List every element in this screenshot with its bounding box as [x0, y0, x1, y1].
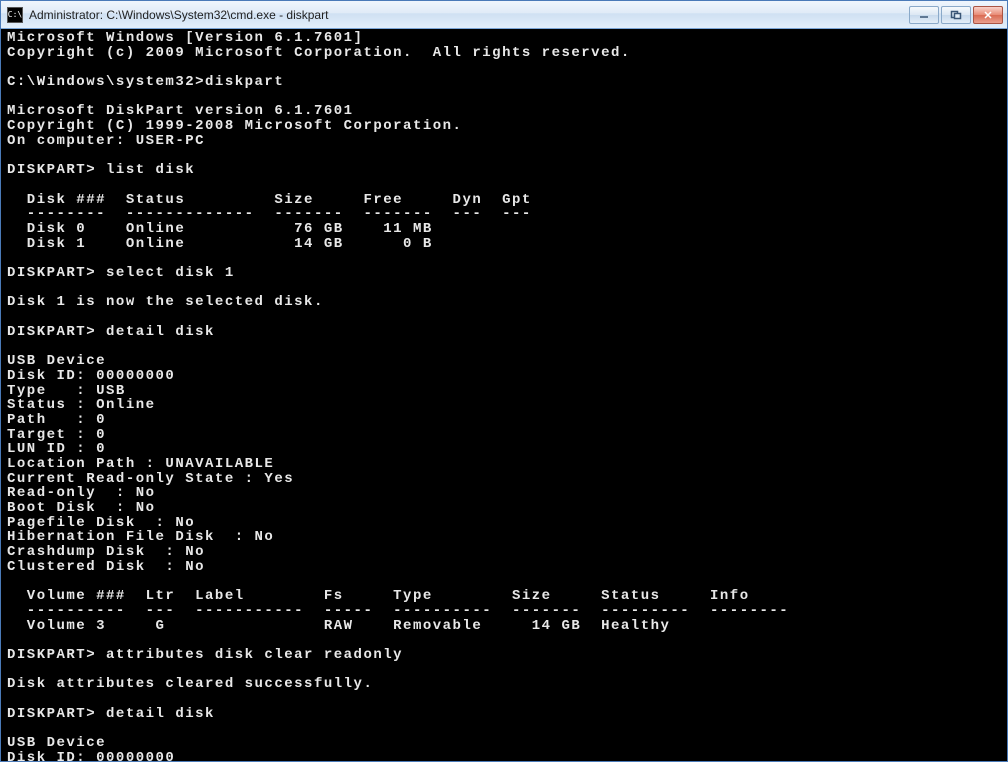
console-line: Volume ### Ltr Label Fs Type Size Status…: [7, 588, 750, 604]
console-line: DISKPART> attributes disk clear readonly: [7, 647, 403, 663]
console-line: USB Device: [7, 735, 106, 751]
console-line: DISKPART> list disk: [7, 162, 195, 178]
cmd-icon: C:\: [7, 7, 23, 23]
console-line: On computer: USER-PC: [7, 133, 205, 149]
console-line: C:\Windows\system32>diskpart: [7, 74, 284, 90]
console-line: LUN ID : 0: [7, 441, 106, 457]
console-line: Status : Online: [7, 397, 156, 413]
console-line: -------- ------------- ------- ------- -…: [7, 206, 532, 222]
close-button[interactable]: [973, 6, 1003, 24]
console-line: Crashdump Disk : No: [7, 544, 205, 560]
console-line: ---------- --- ----------- ----- -------…: [7, 603, 789, 619]
cmd-window: C:\ Administrator: C:\Windows\System32\c…: [0, 0, 1008, 762]
titlebar[interactable]: C:\ Administrator: C:\Windows\System32\c…: [1, 1, 1007, 29]
maximize-icon: [950, 10, 962, 20]
console-line: Disk ### Status Size Free Dyn Gpt: [7, 192, 532, 208]
maximize-button[interactable]: [941, 6, 971, 24]
console-line: Disk 1 Online 14 GB 0 B: [7, 236, 433, 252]
console-line: Copyright (C) 1999-2008 Microsoft Corpor…: [7, 118, 462, 134]
minimize-button[interactable]: [909, 6, 939, 24]
window-title: Administrator: C:\Windows\System32\cmd.e…: [29, 8, 909, 22]
console-line: Disk ID: 00000000: [7, 750, 175, 761]
console-line: Boot Disk : No: [7, 500, 156, 516]
console-line: Clustered Disk : No: [7, 559, 205, 575]
minimize-icon: [918, 10, 930, 20]
console-line: Type : USB: [7, 383, 126, 399]
console-line: DISKPART> select disk 1: [7, 265, 235, 281]
console-line: Location Path : UNAVAILABLE: [7, 456, 274, 472]
console-line: USB Device: [7, 353, 106, 369]
console-line: Pagefile Disk : No: [7, 515, 195, 531]
console-line: Disk 1 is now the selected disk.: [7, 294, 324, 310]
console-line: Read-only : No: [7, 485, 156, 501]
console-line: DISKPART> detail disk: [7, 706, 215, 722]
console-line: Hibernation File Disk : No: [7, 529, 274, 545]
console-line: Target : 0: [7, 427, 106, 443]
console-line: Disk ID: 00000000: [7, 368, 175, 384]
console-line: Disk 0 Online 76 GB 11 MB: [7, 221, 433, 237]
close-icon: [982, 10, 994, 20]
console-line: Microsoft Windows [Version 6.1.7601]: [7, 30, 363, 46]
console-line: Current Read-only State : Yes: [7, 471, 294, 487]
console-line: Disk attributes cleared successfully.: [7, 676, 373, 692]
window-controls: [909, 6, 1003, 24]
console-line: Copyright (c) 2009 Microsoft Corporation…: [7, 45, 631, 61]
console-line: DISKPART> detail disk: [7, 324, 215, 340]
console-line: Path : 0: [7, 412, 106, 428]
console-line: Microsoft DiskPart version 6.1.7601: [7, 103, 354, 119]
console-line: Volume 3 G RAW Removable 14 GB Healthy: [7, 618, 670, 634]
console-output[interactable]: Microsoft Windows [Version 6.1.7601] Cop…: [1, 29, 1007, 761]
